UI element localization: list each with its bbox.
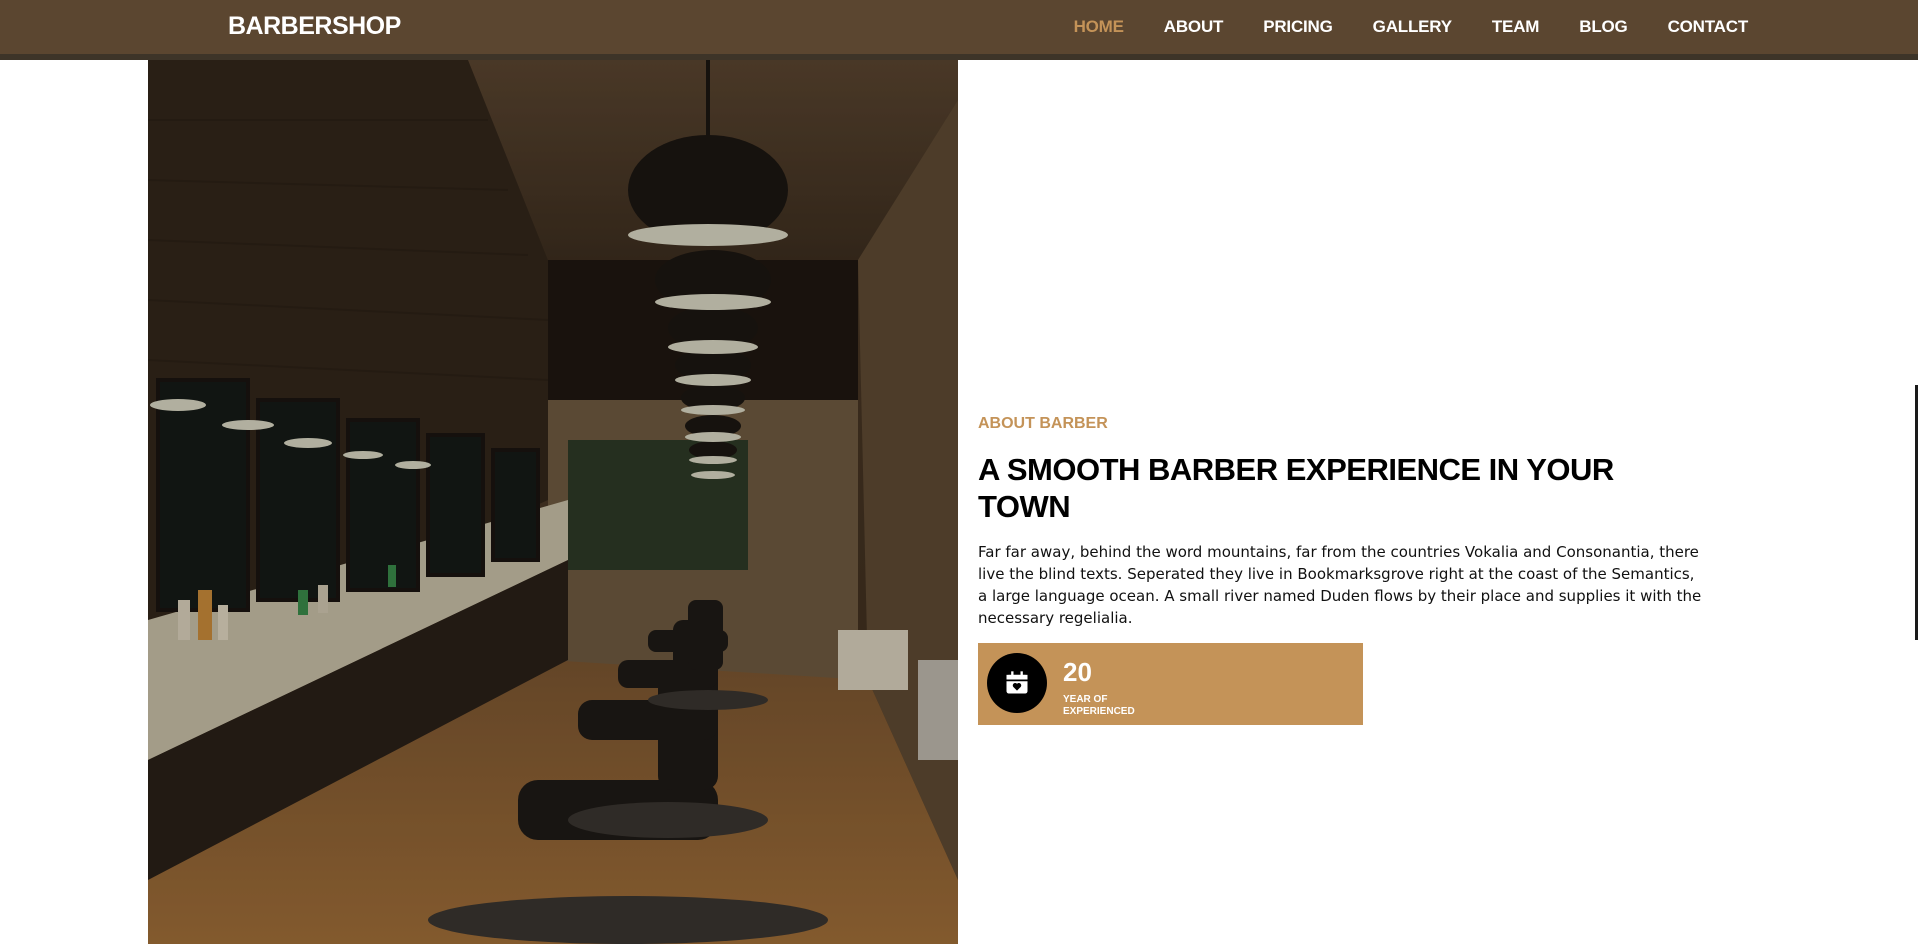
stat-label: YEAR OF EXPERIENCED xyxy=(1063,694,1135,718)
nav-link-home[interactable]: HOME xyxy=(1074,17,1124,37)
section-subheading: ABOUT BARBER xyxy=(978,415,1108,432)
nav-link-about[interactable]: ABOUT xyxy=(1164,17,1224,37)
navbar: BARBERSHOP HOME ABOUT PRICING GALLERY TE… xyxy=(0,0,1918,54)
nav-link-contact[interactable]: CONTACT xyxy=(1668,17,1749,37)
nav-menu: HOME ABOUT PRICING GALLERY TEAM BLOG CON… xyxy=(1074,0,1749,54)
nav-link-team[interactable]: TEAM xyxy=(1492,17,1540,37)
section-heading: A SMOOTH BARBER EXPERIENCE IN YOUR TOWN xyxy=(978,452,1614,525)
nav-link-pricing[interactable]: PRICING xyxy=(1263,17,1333,37)
barbershop-interior-photo xyxy=(148,60,958,944)
about-section: ABOUT BARBER A SMOOTH BARBER EXPERIENCE … xyxy=(978,415,1708,726)
section-description: Far far away, behind the word mountains,… xyxy=(978,543,1702,628)
calendar-heart-icon xyxy=(987,653,1047,714)
nav-link-gallery[interactable]: GALLERY xyxy=(1373,17,1452,37)
experience-stat-box: 20 YEAR OF EXPERIENCED xyxy=(978,643,1363,726)
brand-logo[interactable]: BARBERSHOP xyxy=(228,12,401,41)
navbar-shadow xyxy=(0,54,1918,60)
stat-number: 20 xyxy=(1063,657,1092,688)
nav-link-blog[interactable]: BLOG xyxy=(1579,17,1628,37)
